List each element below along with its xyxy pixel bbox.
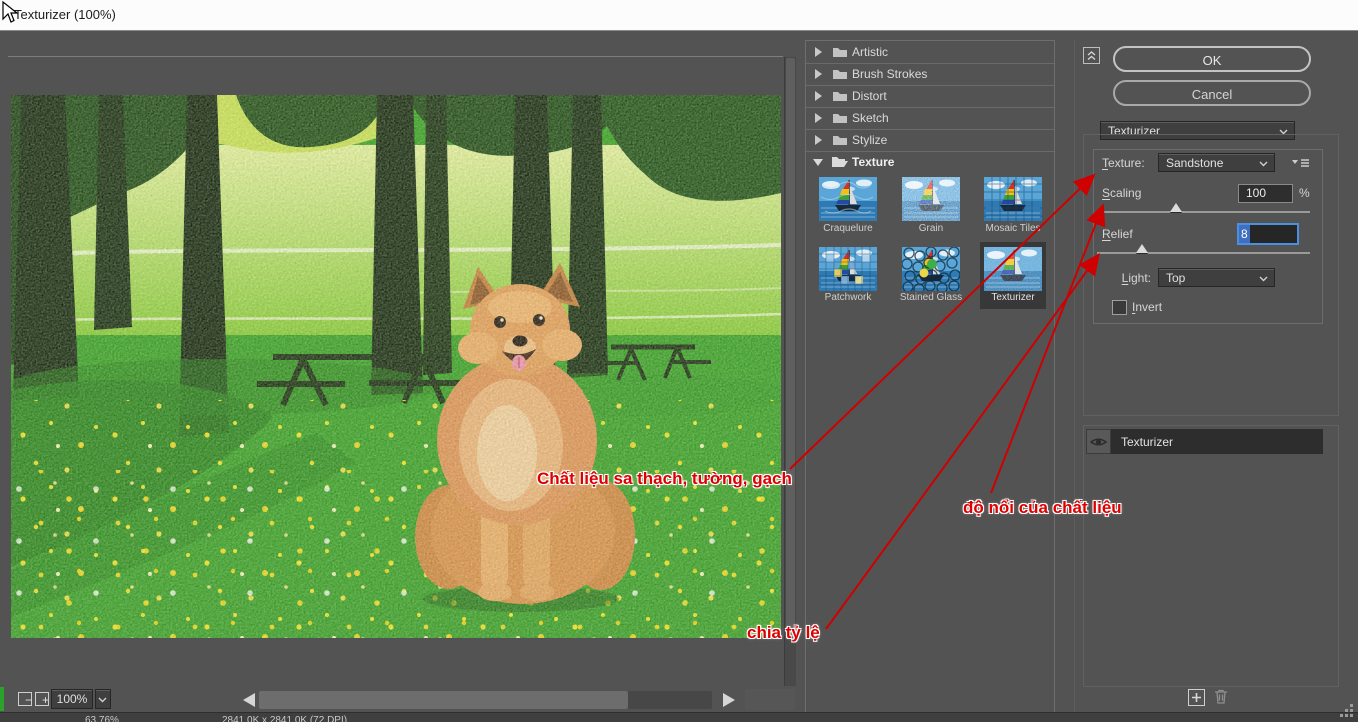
- background-app-sliver: [0, 687, 4, 711]
- collapse-triangle-icon[interactable]: [813, 159, 823, 166]
- folder-icon: [832, 67, 848, 80]
- thumbnail-grain[interactable]: [902, 177, 960, 221]
- filter-category-brush-strokes[interactable]: Brush Strokes: [806, 63, 1054, 86]
- scrollbar-corner: [745, 689, 795, 710]
- relief-label: Relief: [1102, 227, 1133, 241]
- folder-icon: [832, 111, 848, 124]
- zoom-level-dropdown[interactable]: [95, 689, 111, 709]
- preview-vscroll-thumb[interactable]: [786, 58, 795, 636]
- mouse-cursor-icon: [1, 1, 21, 25]
- preview-vscrollbar[interactable]: [784, 57, 796, 686]
- thumbnail-stained-glass[interactable]: [902, 247, 960, 291]
- delete-effect-layer-button[interactable]: [1213, 688, 1229, 705]
- annotation-scaling-note: chia tỷ lệ: [747, 623, 820, 643]
- expand-triangle-icon[interactable]: [815, 69, 822, 79]
- chevron-down-icon: [1259, 161, 1268, 167]
- thumbnail-label: Stained Glass: [886, 292, 976, 303]
- filter-category-stylize[interactable]: Stylize: [806, 129, 1054, 152]
- open-folder-icon: [831, 154, 849, 168]
- thumbnail-label-selected: Texturizer: [968, 292, 1058, 303]
- texture-label: Texture:: [1102, 156, 1145, 170]
- light-select[interactable]: Top: [1158, 268, 1275, 287]
- double-chevron-up-icon: [1085, 49, 1098, 62]
- thumbnail-texturizer[interactable]: [984, 247, 1042, 291]
- thumbnail-craquelure[interactable]: [819, 177, 877, 221]
- invert-checkbox[interactable]: [1112, 300, 1127, 315]
- chevron-down-icon: [1259, 276, 1268, 282]
- filter-category-distort[interactable]: Distort: [806, 85, 1054, 108]
- collapse-panel-button[interactable]: [1083, 47, 1100, 64]
- thumbnail-label: Grain: [886, 223, 976, 234]
- effect-visibility-cell[interactable]: [1086, 429, 1111, 454]
- annotation-relief-note: độ nổi của chất liệu: [963, 498, 1122, 518]
- cancel-button[interactable]: Cancel: [1113, 80, 1311, 106]
- texture-select[interactable]: Sandstone: [1158, 153, 1275, 172]
- scaling-input[interactable]: 100: [1238, 184, 1293, 203]
- relief-selected-text: 8: [1239, 225, 1250, 243]
- resize-grip[interactable]: [1338, 702, 1354, 718]
- texture-value: Sandstone: [1166, 156, 1223, 170]
- thumbnail-label: Patchwork: [803, 292, 893, 303]
- thumbnail-label: Craquelure: [803, 223, 893, 234]
- zoom-in-button[interactable]: +: [35, 692, 49, 706]
- folder-icon: [832, 133, 848, 146]
- preview-frame-top: [8, 56, 783, 57]
- preview-hscroll-thumb[interactable]: [259, 691, 628, 709]
- relief-slider-thumb[interactable]: [1136, 244, 1148, 253]
- scaling-slider-track[interactable]: [1097, 211, 1310, 213]
- new-effect-layer-button[interactable]: [1188, 689, 1205, 706]
- effect-layer-name: Texturizer: [1121, 435, 1173, 449]
- relief-slider-track[interactable]: [1097, 252, 1310, 254]
- folder-icon: [832, 45, 848, 58]
- scaling-slider-thumb[interactable]: [1170, 203, 1182, 212]
- dialog-title: Texturizer (100%): [14, 7, 116, 22]
- expand-triangle-icon[interactable]: [815, 113, 822, 123]
- scaling-unit: %: [1299, 186, 1310, 200]
- hscroll-left-arrow[interactable]: [243, 693, 255, 707]
- effect-layer-row[interactable]: Texturizer: [1111, 429, 1323, 454]
- preview-image[interactable]: [11, 95, 781, 638]
- eye-icon: [1090, 436, 1107, 448]
- light-value: Top: [1166, 271, 1185, 285]
- plus-icon: [1189, 690, 1204, 705]
- hscroll-right-arrow[interactable]: [723, 693, 735, 707]
- filter-category-texture[interactable]: Texture: [806, 151, 1054, 173]
- invert-label: Invert: [1132, 300, 1162, 314]
- texture-menu-icon[interactable]: [1292, 157, 1310, 169]
- thumbnail-patchwork[interactable]: [819, 247, 877, 291]
- zoom-out-button[interactable]: −: [18, 692, 32, 706]
- chevron-down-icon: [98, 697, 107, 703]
- folder-icon: [832, 89, 848, 102]
- preview-hscrollbar[interactable]: [259, 691, 712, 709]
- light-label: Light:: [1109, 271, 1151, 285]
- annotation-texture-note: Chất liệu sa thạch, tường, gạch: [537, 469, 792, 489]
- thumbnail-label: Mosaic Tiles: [968, 223, 1058, 234]
- effect-layers-box: Texturizer: [1083, 425, 1339, 687]
- expand-triangle-icon[interactable]: [815, 47, 822, 57]
- filter-category-artistic[interactable]: Artistic: [806, 41, 1054, 64]
- filter-category-sketch[interactable]: Sketch: [806, 107, 1054, 130]
- relief-input[interactable]: 8: [1237, 223, 1299, 245]
- thumbnail-mosaic-tiles[interactable]: [984, 177, 1042, 221]
- expand-triangle-icon[interactable]: [815, 91, 822, 101]
- scaling-label: Scaling: [1102, 186, 1141, 200]
- ok-button[interactable]: OK: [1113, 46, 1311, 72]
- zoom-level-value[interactable]: 100%: [51, 689, 93, 709]
- expand-triangle-icon[interactable]: [815, 135, 822, 145]
- dialog-titlebar[interactable]: Texturizer (100%): [0, 0, 1358, 31]
